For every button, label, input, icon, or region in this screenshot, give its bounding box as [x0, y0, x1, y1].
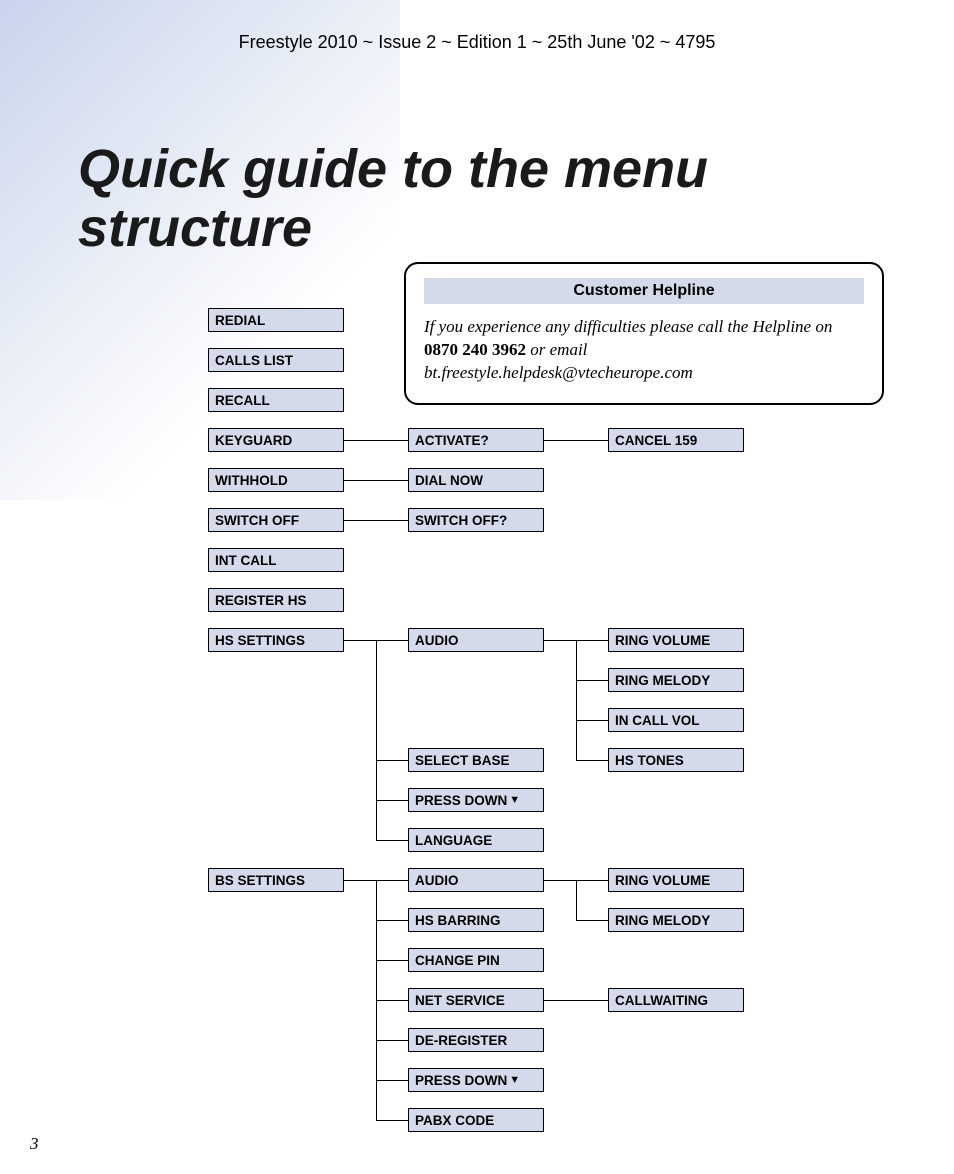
- menu-in-call-vol: IN CALL VOL: [608, 708, 744, 732]
- menu-ring-melody: RING MELODY: [608, 668, 744, 692]
- menu-hs-settings: HS SETTINGS: [208, 628, 344, 652]
- menu-de-register: DE-REGISTER: [408, 1028, 544, 1052]
- menu-dial-now: DIAL NOW: [408, 468, 544, 492]
- connector: [576, 760, 608, 761]
- helpline-box: Customer Helpline If you experience any …: [404, 262, 884, 405]
- menu-cancel-159: CANCEL 159: [608, 428, 744, 452]
- menu-callwaiting: CALLWAITING: [608, 988, 744, 1012]
- menu-bs-settings: BS SETTINGS: [208, 868, 344, 892]
- helpline-header: Customer Helpline: [424, 278, 864, 304]
- connector: [344, 520, 408, 521]
- helpline-text-before: If you experience any difficulties pleas…: [424, 317, 832, 336]
- menu-pabx-code: PABX CODE: [408, 1108, 544, 1132]
- menu-select-base: SELECT BASE: [408, 748, 544, 772]
- connector: [544, 1000, 608, 1001]
- menu-switch-off: SWITCH OFF: [208, 508, 344, 532]
- connector: [376, 1040, 408, 1041]
- menu-net-service: NET SERVICE: [408, 988, 544, 1012]
- menu-switch-off-q: SWITCH OFF?: [408, 508, 544, 532]
- helpline-phone: 0870 240 3962: [424, 340, 526, 359]
- helpline-text: If you experience any difficulties pleas…: [424, 316, 864, 385]
- connector: [376, 760, 408, 761]
- menu-bs-ring-melody: RING MELODY: [608, 908, 744, 932]
- connector: [344, 440, 408, 441]
- page-number: 3: [30, 1134, 39, 1154]
- helpline-text-mid: or email: [526, 340, 587, 359]
- connector: [376, 1000, 408, 1001]
- menu-recall: RECALL: [208, 388, 344, 412]
- connector: [576, 880, 577, 920]
- connector: [576, 640, 577, 760]
- connector: [576, 720, 608, 721]
- menu-int-call: INT CALL: [208, 548, 344, 572]
- connector: [376, 640, 377, 840]
- menu-register-hs: REGISTER HS: [208, 588, 344, 612]
- connector: [376, 960, 408, 961]
- menu-activate: ACTIVATE?: [408, 428, 544, 452]
- connector: [376, 920, 408, 921]
- connector: [544, 440, 608, 441]
- connector: [376, 800, 408, 801]
- helpline-email: bt.freestyle.helpdesk@vtecheurope.com: [424, 363, 693, 382]
- menu-hs-barring: HS BARRING: [408, 908, 544, 932]
- triangle-down-icon: ▼: [509, 794, 520, 806]
- menu-language: LANGUAGE: [408, 828, 544, 852]
- menu-hs-audio: AUDIO: [408, 628, 544, 652]
- triangle-down-icon: ▼: [509, 1074, 520, 1086]
- menu-bs-audio: AUDIO: [408, 868, 544, 892]
- menu-hs-tones: HS TONES: [608, 748, 744, 772]
- connector: [376, 1080, 408, 1081]
- menu-bs-press-down: PRESS DOWN▼: [408, 1068, 544, 1092]
- menu-ring-volume: RING VOLUME: [608, 628, 744, 652]
- menu-calls-list: CALLS LIST: [208, 348, 344, 372]
- connector: [344, 480, 408, 481]
- menu-change-pin: CHANGE PIN: [408, 948, 544, 972]
- document-header: Freestyle 2010 ~ Issue 2 ~ Edition 1 ~ 2…: [0, 32, 954, 53]
- menu-press-down: PRESS DOWN▼: [408, 788, 544, 812]
- connector: [576, 680, 608, 681]
- menu-bs-ring-volume: RING VOLUME: [608, 868, 744, 892]
- connector: [376, 840, 408, 841]
- connector: [576, 920, 608, 921]
- menu-redial: REDIAL: [208, 308, 344, 332]
- menu-keyguard: KEYGUARD: [208, 428, 344, 452]
- menu-withhold: WITHHOLD: [208, 468, 344, 492]
- page-title: Quick guide to the menu structure: [78, 140, 954, 259]
- connector: [376, 1120, 408, 1121]
